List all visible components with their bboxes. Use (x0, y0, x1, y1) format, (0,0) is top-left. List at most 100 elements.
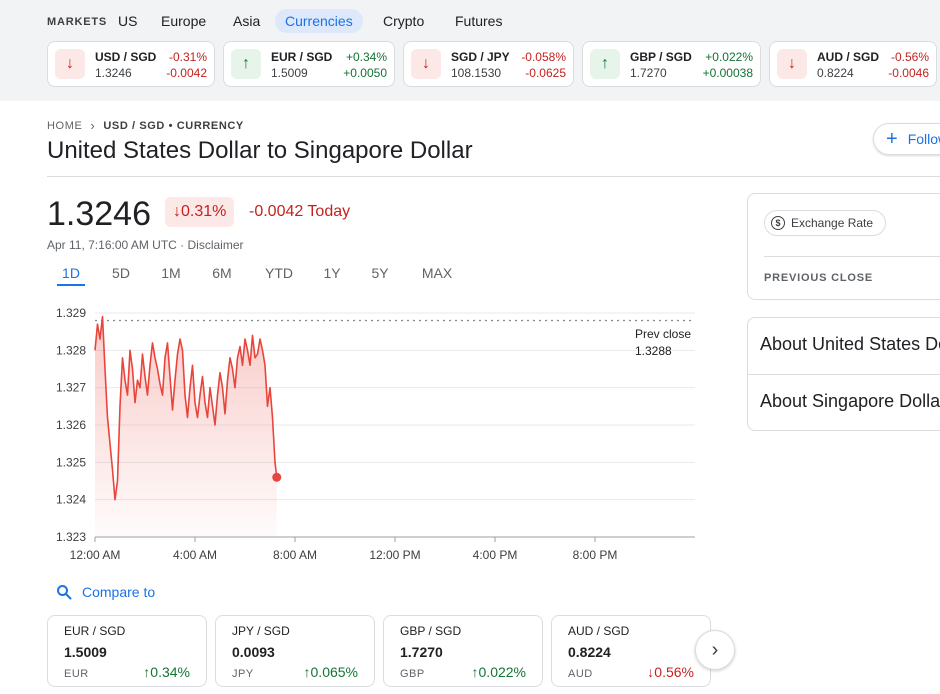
ticker-card[interactable]: ↑ GBP / SGD 1.7270 +0.022% +0.00038 (582, 41, 761, 87)
prev-close-value: 1.3288 (635, 344, 672, 358)
arrow-down-icon: ↓ (777, 49, 807, 79)
ticker-pair: SGD / JPY (451, 50, 510, 64)
ticker-change: -0.0625 (525, 66, 566, 80)
last-price-dot (272, 472, 282, 482)
compare-pair: EUR / SGD (64, 624, 126, 638)
ticker-card[interactable]: ↓ AUD / SGD 0.8224 -0.56% -0.0046 (769, 41, 937, 87)
range-tab-5d[interactable]: 5D (107, 264, 135, 286)
change-today: -0.0042 Today (249, 203, 351, 220)
compare-to-button[interactable]: Compare to (56, 584, 155, 600)
compare-pair: JPY / SGD (232, 624, 290, 638)
market-tab-currencies[interactable]: Currencies (275, 9, 363, 33)
ticker-price: 1.5009 (271, 66, 308, 80)
ticker-card[interactable]: ↓ USD / SGD 1.3246 -0.31% -0.0042 (47, 41, 215, 87)
ticker-pct: -0.058% (521, 50, 566, 64)
current-price: 1.3246 (47, 195, 151, 233)
x-tick-label: 4:00 AM (173, 548, 217, 562)
follow-label: Follow (907, 131, 940, 147)
exchange-rate-label: Exchange Rate (791, 216, 874, 230)
chevron-right-icon: › (90, 118, 96, 133)
price-chart[interactable]: 1.329 1.328 1.327 1.326 1.325 1.324 1.323 Prev… (0, 300, 720, 570)
market-tab-asia[interactable]: Asia (223, 9, 270, 33)
divider (748, 374, 940, 375)
compare-pair: AUD / SGD (568, 624, 630, 638)
ticker-pair: AUD / SGD (817, 50, 880, 64)
ticker-price: 1.3246 (95, 66, 132, 80)
arrow-down-icon: ↓ (55, 49, 85, 79)
range-tab-1d[interactable]: 1D (57, 264, 85, 286)
previous-close-label: PREVIOUS CLOSE (764, 272, 873, 284)
price-chart-svg: 1.329 1.328 1.327 1.326 1.325 1.324 1.323 Prev… (56, 306, 695, 562)
plus-icon: + (886, 128, 898, 150)
compare-code: JPY (232, 668, 254, 680)
compare-card[interactable]: EUR / SGD 1.5009 EUR ↑0.34% (47, 615, 207, 687)
range-tab-max[interactable]: MAX (417, 264, 457, 286)
range-tab-5y[interactable]: 5Y (366, 264, 394, 286)
compare-card[interactable]: JPY / SGD 0.0093 JPY ↑0.065% (215, 615, 375, 687)
follow-button[interactable]: + Follow (873, 123, 940, 155)
arrow-up-icon: ↑ (590, 49, 620, 79)
about-usd[interactable]: About United States Dollar (760, 334, 940, 355)
ticker-price: 0.8224 (817, 66, 854, 80)
y-tick-label: 1.324 (56, 493, 86, 507)
prev-close-label: Prev close (635, 327, 691, 341)
ticker-change: +0.0050 (343, 66, 387, 80)
compare-price: 0.8224 (568, 644, 611, 660)
compare-pct: ↓0.56% (647, 664, 694, 680)
compare-pct: ↑0.022% (472, 664, 526, 680)
range-tab-6m[interactable]: 6M (208, 264, 236, 286)
currency-icon: $ (771, 216, 785, 230)
arrow-down-icon: ↓ (173, 203, 181, 220)
markets-bar: MARKETS US Europe Asia Currencies Crypto… (0, 0, 940, 101)
change-pct: 0.31% (181, 203, 227, 220)
x-tick-label: 8:00 AM (273, 548, 317, 562)
compare-price: 1.5009 (64, 644, 107, 660)
compare-pct: ↑0.34% (143, 664, 190, 680)
y-tick-label: 1.329 (56, 306, 86, 320)
search-icon (57, 585, 72, 600)
compare-pct-value: 0.065% (310, 664, 358, 680)
y-tick-label: 1.327 (56, 381, 86, 395)
market-tab-crypto[interactable]: Crypto (373, 9, 434, 33)
key-stats-panel: $ Exchange Rate PREVIOUS CLOSE (747, 193, 940, 300)
y-tick-label: 1.328 (56, 343, 86, 357)
range-tab-1m[interactable]: 1M (157, 264, 185, 286)
change-pct-badge: ↓0.31% (165, 197, 235, 227)
market-tab-europe[interactable]: Europe (151, 9, 216, 33)
market-tab-futures[interactable]: Futures (445, 9, 512, 33)
chevron-right-icon: › (711, 638, 719, 661)
ticker-pct: +0.022% (705, 50, 753, 64)
arrow-down-icon: ↓ (411, 49, 441, 79)
compare-pct-value: 0.022% (478, 664, 526, 680)
arrow-up-icon: ↑ (303, 664, 311, 680)
x-tick-label: 8:00 PM (573, 548, 618, 562)
about-sgd[interactable]: About Singapore Dollar (760, 391, 940, 412)
ticker-pct: +0.34% (345, 50, 387, 64)
breadcrumb-home[interactable]: HOME (47, 120, 82, 132)
markets-label: MARKETS (47, 16, 107, 28)
ticker-change: -0.0042 (166, 66, 207, 80)
ticker-card[interactable]: ↑ EUR / SGD 1.5009 +0.34% +0.0050 (223, 41, 395, 87)
x-tick-label: 12:00 AM (70, 548, 121, 562)
compare-code: GBP (400, 668, 425, 680)
compare-price: 0.0093 (232, 644, 275, 660)
y-tick-label: 1.326 (56, 418, 86, 432)
compare-price: 1.7270 (400, 644, 443, 660)
arrow-up-icon: ↑ (471, 664, 479, 680)
range-tab-ytd[interactable]: YTD (261, 264, 297, 286)
compare-card[interactable]: GBP / SGD 1.7270 GBP ↑0.022% (383, 615, 543, 687)
range-tab-1y[interactable]: 1Y (318, 264, 346, 286)
x-tick-label: 12:00 PM (369, 548, 420, 562)
ticker-pct: -0.56% (890, 50, 929, 64)
arrow-up-icon: ↑ (231, 49, 261, 79)
ticker-pct: -0.31% (168, 50, 207, 64)
divider (764, 256, 940, 257)
ticker-price: 108.1530 (451, 66, 502, 80)
market-tab-us[interactable]: US (108, 9, 147, 33)
exchange-rate-chip[interactable]: $ Exchange Rate (764, 210, 887, 236)
ticker-card[interactable]: ↓ SGD / JPY 108.1530 -0.058% -0.0625 (403, 41, 574, 87)
ticker-pair: GBP / SGD (630, 50, 692, 64)
compare-pct-value: 0.56% (654, 664, 694, 680)
next-button[interactable]: › (695, 630, 735, 670)
compare-card[interactable]: AUD / SGD 0.8224 AUD ↓0.56% (551, 615, 711, 687)
